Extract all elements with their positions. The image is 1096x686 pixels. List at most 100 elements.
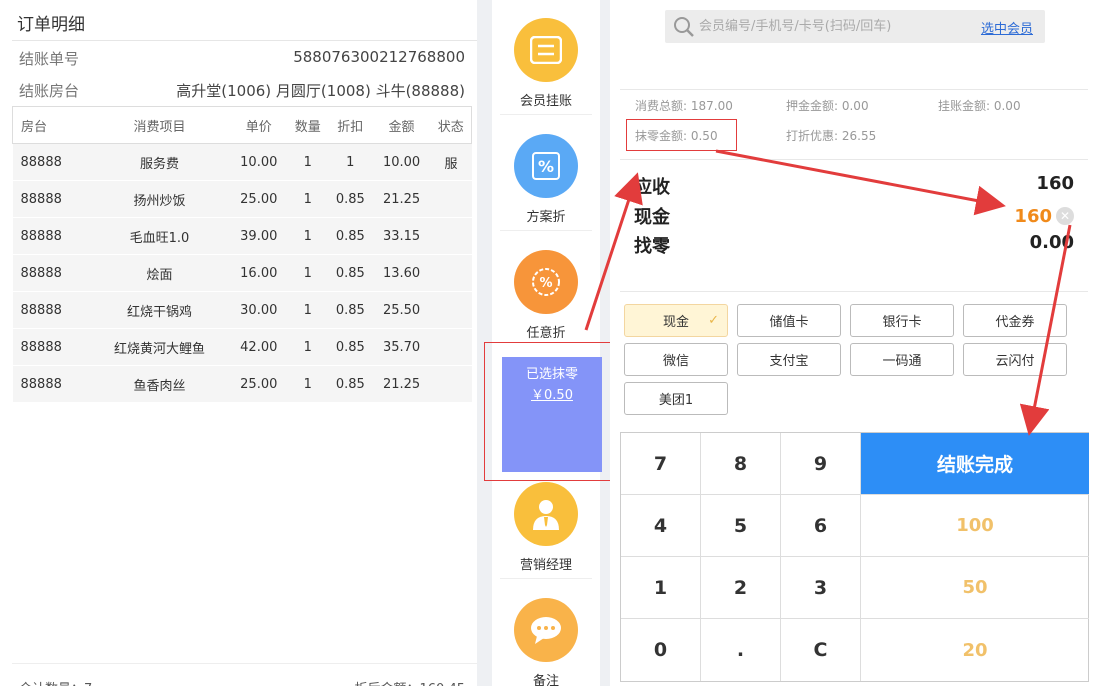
member-credit-icon — [514, 18, 578, 82]
table-cell: 红烧干锅鸡 — [88, 291, 230, 329]
svg-text:%: % — [538, 157, 554, 176]
column-header: 房台 — [11, 106, 89, 144]
key-8[interactable]: 8 — [701, 433, 781, 495]
table-cell: 25.00 — [229, 180, 288, 218]
table-cell: 30.00 — [229, 291, 288, 329]
member-credit-button[interactable]: 会员挂账 — [492, 0, 600, 115]
key-9[interactable]: 9 — [781, 433, 861, 495]
table-header: 房台 消费项目 单价 数量 折扣 金额 状态 — [11, 106, 473, 144]
svg-text:%: % — [539, 276, 552, 291]
clear-icon[interactable]: ✕ — [1056, 207, 1074, 225]
table-row[interactable]: 88888 红烧黄河大鲤鱼 42.00 1 0.85 35.70 — [12, 328, 472, 366]
pay-method-label: 云闪付 — [995, 354, 1035, 369]
table-cell: 红烧黄河大鲤鱼 — [88, 328, 230, 366]
amount-due-label: 应收 — [634, 177, 670, 198]
tables-row: 结账房台 高升堂(1006) 月圆厅(1008) 斗牛(88888) — [19, 80, 465, 101]
table-cell — [430, 217, 472, 255]
table-cell: 1 — [327, 143, 373, 181]
key-3[interactable]: 3 — [781, 557, 861, 619]
table-cell — [430, 180, 472, 218]
key-4[interactable]: 4 — [621, 495, 701, 557]
column-header: 金额 — [372, 106, 431, 144]
action-label: 会员挂账 — [519, 94, 572, 109]
pay-method-meituan[interactable]: 美团1 — [624, 382, 728, 415]
pay-method-voucher[interactable]: 代金券 — [963, 304, 1067, 337]
order-no-row: 结账单号 588076300212768800 — [19, 48, 465, 69]
divider — [620, 291, 1088, 292]
table-cell: 1 — [287, 143, 328, 181]
table-cell: 39.00 — [229, 217, 288, 255]
table-cell: 25.00 — [229, 365, 288, 403]
table-cell: 10.00 — [372, 143, 431, 181]
tables-label: 结账房台 — [19, 82, 80, 100]
cash-input[interactable]: 160 ✕ — [1014, 203, 1074, 229]
total-amount: 消费总额: 187.00 — [635, 99, 733, 113]
column-header: 状态 — [430, 106, 473, 144]
action-label: 营销经理 — [519, 558, 572, 573]
table-row[interactable]: 88888 鱼香肉丝 25.00 1 0.85 21.25 — [12, 365, 472, 403]
key-1[interactable]: 1 — [621, 557, 701, 619]
key-0[interactable]: 0 — [621, 619, 701, 681]
key-dot[interactable]: . — [701, 619, 781, 681]
highlight-frame — [626, 119, 737, 151]
pay-method-cash[interactable]: 现金 ✓ — [624, 304, 728, 337]
table-body: 88888 服务费 10.00 1 1 10.00 服 88888 扬州炒饭 25.00 1 0.85… — [12, 143, 472, 403]
key-clear[interactable]: C — [781, 619, 861, 681]
key-2[interactable]: 2 — [701, 557, 781, 619]
table-row[interactable]: 88888 毛血旺1.0 39.00 1 0.85 33.15 — [12, 217, 472, 255]
table-row[interactable]: 88888 扬州炒饭 25.00 1 0.85 21.25 — [12, 180, 472, 218]
change-row: 找零 0.00 — [634, 232, 1074, 258]
key-5[interactable]: 5 — [701, 495, 781, 557]
marketing-manager-button[interactable]: 营销经理 — [492, 464, 600, 579]
table-cell: 42.00 — [229, 328, 288, 366]
table-cell: 1 — [287, 180, 328, 218]
select-member-link[interactable]: 选中会员 — [981, 18, 1033, 37]
table-cell: 88888 — [12, 328, 89, 366]
pay-method-one-code[interactable]: 一码通 — [850, 343, 954, 376]
table-cell: 1 — [287, 328, 328, 366]
table-cell: 0.85 — [327, 180, 373, 218]
custom-discount-button[interactable]: % 任意折 — [492, 232, 600, 347]
table-cell — [430, 291, 472, 329]
quick-amount-50[interactable]: 50 — [861, 557, 1089, 619]
column-header: 消费项目 — [88, 106, 230, 144]
divider — [12, 40, 477, 41]
pay-method-alipay[interactable]: 支付宝 — [737, 343, 841, 376]
pay-method-stored-card[interactable]: 储值卡 — [737, 304, 841, 337]
remark-button[interactable]: 备注 — [492, 580, 600, 686]
table-cell: 鱼香肉丝 — [88, 365, 230, 403]
manager-icon — [514, 482, 578, 546]
pay-method-wechat[interactable]: 微信 — [624, 343, 728, 376]
pay-method-unionpay[interactable]: 云闪付 — [963, 343, 1067, 376]
table-cell: 88888 — [12, 217, 89, 255]
table-cell — [430, 365, 472, 403]
quick-amount-100[interactable]: 100 — [861, 495, 1089, 557]
table-row[interactable]: 88888 服务费 10.00 1 1 10.00 服 — [12, 143, 472, 181]
key-7[interactable]: 7 — [621, 433, 701, 495]
divider — [12, 663, 477, 664]
table-cell — [430, 254, 472, 292]
order-no-label: 结账单号 — [19, 50, 80, 68]
pay-method-bank-card[interactable]: 银行卡 — [850, 304, 954, 337]
discounted-amount: 折后金额：160.45 — [355, 678, 466, 686]
cash-value: 160 — [1014, 205, 1052, 227]
table-cell: 88888 — [12, 254, 89, 292]
checkout-complete-button[interactable]: 结账完成 — [861, 433, 1089, 495]
table-cell: 21.25 — [372, 365, 431, 403]
pay-method-label: 微信 — [662, 354, 689, 369]
column-header: 折扣 — [327, 106, 373, 144]
quick-amount-20[interactable]: 20 — [861, 619, 1089, 681]
tables-value: 高升堂(1006) 月圆厅(1008) 斗牛(88888) — [176, 82, 465, 100]
discount-amount: 打折优惠: 26.55 — [786, 129, 877, 143]
chat-icon — [514, 598, 578, 662]
cash-row: 现金 160 ✕ — [634, 203, 1074, 229]
member-search-input[interactable] — [699, 10, 959, 43]
change-label: 找零 — [634, 236, 670, 257]
key-6[interactable]: 6 — [781, 495, 861, 557]
amount-due-value: 160 — [1036, 173, 1074, 194]
table-row[interactable]: 88888 红烧干锅鸡 30.00 1 0.85 25.50 — [12, 291, 472, 329]
table-row[interactable]: 88888 烩面 16.00 1 0.85 13.60 — [12, 254, 472, 292]
credit-amount: 挂账金额: 0.00 — [938, 99, 1021, 113]
plan-discount-button[interactable]: % 方案折 — [492, 116, 600, 231]
table-cell: 1 — [287, 254, 328, 292]
